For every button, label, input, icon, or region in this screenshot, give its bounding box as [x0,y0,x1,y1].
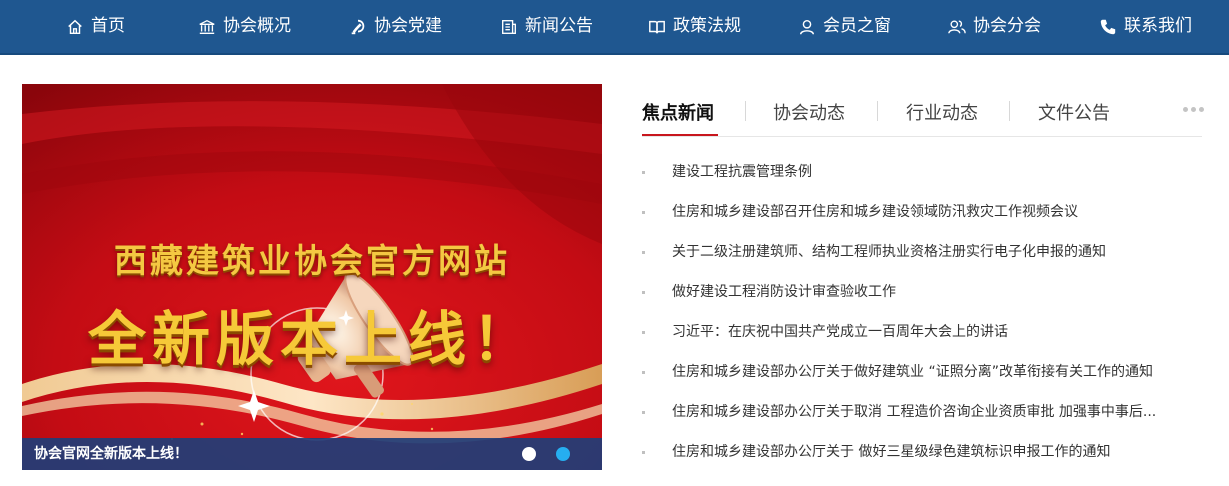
active-tab-indicator [642,134,718,136]
nav-item-party[interactable]: 协会党建 [349,0,442,53]
users-icon [948,19,966,33]
news-item-title: 住房和城乡建设部办公厅关于做好建筑业 “证照分离”改革衔接有关工作的通知 [672,364,1153,380]
news-item[interactable]: 住房和城乡建设部召开住房和城乡建设领域防汛救灾工作视频会议 [642,192,1202,232]
news-item-title: 住房和城乡建设部办公厅关于 做好三星级绿色建筑标识申报工作的通知 [672,444,1111,460]
nav-item-label: 协会分会 [973,16,1041,36]
nav-item-label: 联系我们 [1124,16,1192,36]
nav-item-branches[interactable]: 协会分会 [948,0,1041,53]
nav-item-label: 协会概况 [223,16,291,36]
news-item[interactable]: 习近平：在庆祝中国共产党成立一百周年大会上的讲话 [642,312,1202,352]
banner-subheadline: 全新版本上线！ [87,305,536,373]
news-item-title: 习近平：在庆祝中国共产党成立一百周年大会上的讲话 [672,324,1008,340]
tab-divider [877,101,878,121]
bullet-icon [642,291,645,294]
more-dots-icon[interactable] [1183,107,1205,113]
nav-item-policy[interactable]: 政策法规 [648,0,741,53]
home-icon [68,19,82,34]
news-item-title: 住房和城乡建设部办公厅关于取消 工程造价咨询企业资质审批 加强事中事后... [672,404,1157,420]
bullet-icon [642,411,645,414]
tab-association-news[interactable]: 协会动态 [773,99,845,125]
book-icon [649,20,665,33]
bullet-icon [642,251,645,254]
news-icon [502,19,516,34]
nav-item-label: 协会党建 [374,16,442,36]
news-item-title: 关于二级注册建筑师、结构工程师执业资格注册实行电子化申报的通知 [672,244,1106,260]
nav-item-label: 首页 [91,16,125,36]
carousel-dot-2-active[interactable] [556,447,570,461]
main-nav: 首页 协会概况 协会党建 新闻公告 政策法规 会员之窗 协会分会 联系我们 [0,0,1229,55]
news-item[interactable]: 做好建设工程消防设计审查验收工作 [642,272,1202,312]
news-tabs: 焦点新闻 协会动态 行业动态 文件公告 [642,85,1205,137]
banner-caption[interactable]: 协会官网全新版本上线！ [34,438,188,470]
user-icon [799,19,815,34]
institution-icon [199,19,215,34]
news-list: 建设工程抗震管理条例 住房和城乡建设部召开住房和城乡建设领域防汛救灾工作视频会议… [642,152,1202,472]
banner-headline: 西藏建筑业协会官方网站 [114,241,510,280]
nav-item-about[interactable]: 协会概况 [198,0,291,53]
news-item-title: 住房和城乡建设部召开住房和城乡建设领域防汛救灾工作视频会议 [672,204,1078,220]
nav-item-home[interactable]: 首页 [66,0,125,53]
bullet-icon [642,451,645,454]
news-item[interactable]: 住房和城乡建设部办公厅关于取消 工程造价咨询企业资质审批 加强事中事后... [642,392,1202,432]
nav-item-contact[interactable]: 联系我们 [1099,0,1192,53]
carousel-dot-1[interactable] [522,447,536,461]
news-item[interactable]: 住房和城乡建设部办公厅关于 做好三星级绿色建筑标识申报工作的通知 [642,432,1202,472]
bullet-icon [642,371,645,374]
news-item[interactable]: 住房和城乡建设部办公厅关于做好建筑业 “证照分离”改革衔接有关工作的通知 [642,352,1202,392]
news-item-title: 建设工程抗震管理条例 [672,164,812,180]
tab-divider [1009,101,1010,121]
bullet-icon [642,171,645,174]
news-item[interactable]: 建设工程抗震管理条例 [642,152,1202,192]
party-emblem-icon [351,19,365,34]
nav-item-label: 会员之窗 [823,16,891,36]
tab-divider [745,101,746,121]
news-item[interactable]: 关于二级注册建筑师、结构工程师执业资格注册实行电子化申报的通知 [642,232,1202,272]
nav-item-news[interactable]: 新闻公告 [500,0,593,53]
tab-industry-news[interactable]: 行业动态 [906,99,978,125]
nav-item-members[interactable]: 会员之窗 [798,0,891,53]
tab-file-announcements[interactable]: 文件公告 [1038,99,1110,125]
nav-item-label: 政策法规 [673,16,741,36]
phone-icon [1100,19,1116,34]
banner-carousel[interactable]: 西藏建筑业协会官方网站 全新版本上线！ 协会官网全新版本上线！ [22,84,602,470]
nav-item-label: 新闻公告 [525,16,593,36]
bullet-icon [642,211,645,214]
news-item-title: 做好建设工程消防设计审查验收工作 [672,284,896,300]
tab-focus-news[interactable]: 焦点新闻 [642,99,714,125]
bullet-icon [642,331,645,334]
banner-caption-bar: 协会官网全新版本上线！ [22,438,602,470]
